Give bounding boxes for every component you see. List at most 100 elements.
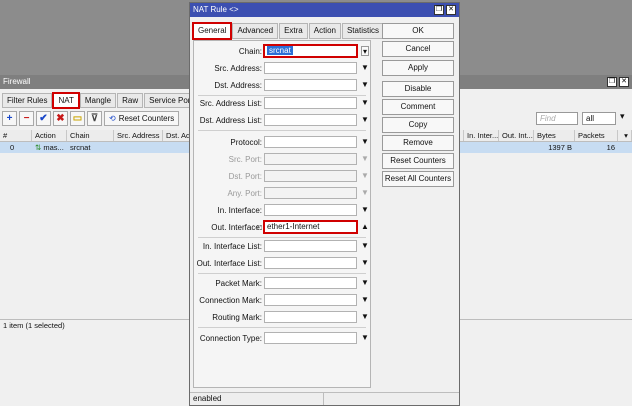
- negate-checkbox[interactable]: □: [257, 223, 263, 232]
- dst-address-label: Dst. Address:: [214, 81, 262, 90]
- remove-icon[interactable]: −: [19, 111, 34, 126]
- col-in-interface[interactable]: In. Inter...: [464, 130, 499, 141]
- dst-address-row: Dst. Address: ▼: [194, 79, 372, 92]
- ok-button[interactable]: OK: [382, 23, 454, 39]
- col-src-address[interactable]: Src. Address: [114, 130, 163, 141]
- collapse-icon[interactable]: ▲: [361, 222, 369, 232]
- col-packets[interactable]: Packets: [575, 130, 618, 141]
- reset-counters-button[interactable]: Reset Counters: [382, 153, 454, 169]
- out-interface-row: Out. Interface: □ ether1-Internet ▲: [194, 220, 372, 234]
- src-address-label: Src. Address:: [214, 64, 262, 73]
- row-src-address: [114, 142, 163, 153]
- disable-button[interactable]: Disable: [382, 81, 454, 97]
- expand-icon[interactable]: ▼: [361, 205, 369, 215]
- tab-action[interactable]: Action: [308, 23, 341, 39]
- comment-button[interactable]: Comment: [382, 99, 454, 115]
- expand-icon[interactable]: ▼: [361, 312, 369, 322]
- expand-icon: ▼: [361, 188, 369, 197]
- col-out-interface[interactable]: Out. Int...: [499, 130, 534, 141]
- remove-button[interactable]: Remove: [382, 135, 454, 151]
- close-icon[interactable]: ✕: [619, 77, 629, 87]
- out-interface-list-row: Out. Interface List: ▼: [194, 257, 372, 270]
- comment-icon[interactable]: ▭: [70, 111, 85, 126]
- tab-statistics[interactable]: Statistics: [341, 23, 384, 39]
- general-panel: Chain: srcnat ▾ Src. Address: ▼ Dst. Add…: [193, 40, 371, 388]
- protocol-label: Protocol:: [230, 138, 262, 147]
- any-port-row: Any. Port: ▼: [194, 187, 372, 200]
- packet-mark-field[interactable]: [264, 277, 357, 289]
- protocol-row: Protocol: ▼: [194, 136, 372, 149]
- connection-mark-field[interactable]: [264, 294, 357, 306]
- tab-advanced[interactable]: Advanced: [232, 23, 279, 39]
- expand-icon[interactable]: ▼: [361, 295, 369, 305]
- src-address-field[interactable]: [264, 62, 357, 74]
- chevron-down-icon[interactable]: ▾: [620, 111, 625, 122]
- col-action[interactable]: Action: [32, 130, 67, 141]
- out-interface-list-label: Out. Interface List:: [196, 259, 262, 268]
- cancel-button[interactable]: Cancel: [382, 41, 454, 57]
- out-interface-list-field[interactable]: [264, 257, 357, 269]
- filter-select[interactable]: all: [582, 112, 616, 125]
- expand-icon[interactable]: ▼: [361, 80, 369, 90]
- apply-button[interactable]: Apply: [382, 60, 454, 76]
- col-chain[interactable]: Chain: [67, 130, 114, 141]
- expand-icon[interactable]: ▼: [361, 115, 369, 125]
- packet-mark-row: Packet Mark: ▼: [194, 277, 372, 290]
- expand-icon[interactable]: ▼: [361, 241, 369, 251]
- restore-icon[interactable]: ❐: [607, 77, 617, 87]
- chain-select[interactable]: srcnat: [263, 44, 358, 58]
- expand-icon[interactable]: ▼: [361, 98, 369, 108]
- tab-mangle[interactable]: Mangle: [79, 93, 117, 108]
- tab-filter-rules[interactable]: Filter Rules: [2, 93, 53, 108]
- add-icon[interactable]: +: [2, 111, 17, 126]
- copy-button[interactable]: Copy: [382, 117, 454, 133]
- src-port-label: Src. Port:: [228, 155, 262, 164]
- col-bytes[interactable]: Bytes: [534, 130, 575, 141]
- in-interface-field[interactable]: [264, 204, 357, 216]
- any-port-field: [264, 187, 357, 199]
- in-interface-row: In. Interface: ▼: [194, 204, 372, 217]
- routing-mark-label: Routing Mark:: [212, 313, 262, 322]
- chain-label: Chain:: [238, 47, 262, 56]
- expand-icon[interactable]: ▼: [361, 137, 369, 147]
- routing-mark-field[interactable]: [264, 311, 357, 323]
- in-interface-list-field[interactable]: [264, 240, 357, 252]
- connection-type-field[interactable]: [264, 332, 357, 344]
- in-interface-list-row: In. Interface List: ▼: [194, 240, 372, 253]
- reset-counters-button[interactable]: ⟲ Reset Counters: [104, 111, 180, 126]
- reset-icon: ⟲: [109, 114, 116, 123]
- reset-all-counters-button[interactable]: Reset All Counters: [382, 171, 454, 187]
- chevron-down-icon[interactable]: ▾: [618, 130, 632, 141]
- masquerade-icon: ⇅: [35, 143, 42, 152]
- any-port-label: Any. Port:: [227, 189, 262, 198]
- dialog-title: NAT Rule <>: [193, 5, 239, 14]
- expand-icon[interactable]: ▼: [361, 258, 369, 268]
- src-port-field: [264, 153, 357, 165]
- tab-nat[interactable]: NAT: [52, 92, 80, 109]
- close-icon[interactable]: ✕: [446, 5, 456, 15]
- tab-general[interactable]: General: [191, 22, 233, 40]
- dst-address-field[interactable]: [264, 79, 357, 91]
- expand-icon[interactable]: ▼: [361, 278, 369, 288]
- protocol-field[interactable]: [264, 136, 357, 148]
- row-out-interface: [499, 142, 534, 153]
- restore-icon[interactable]: ❐: [434, 5, 444, 15]
- dst-address-list-row: Dst. Address List: ▼: [194, 114, 372, 127]
- src-port-row: Src. Port: ▼: [194, 153, 372, 166]
- filter-icon[interactable]: ⊽: [87, 111, 102, 126]
- col-number[interactable]: #: [0, 130, 32, 141]
- tab-extra[interactable]: Extra: [279, 23, 308, 39]
- expand-icon[interactable]: ▼: [361, 63, 369, 73]
- expand-icon[interactable]: ▼: [361, 333, 369, 343]
- find-input[interactable]: Find: [536, 112, 578, 125]
- dst-port-label: Dst. Port:: [228, 172, 262, 181]
- tab-raw[interactable]: Raw: [117, 93, 144, 108]
- dst-address-list-label: Dst. Address List:: [199, 116, 262, 125]
- out-interface-select[interactable]: ether1-Internet: [263, 220, 358, 234]
- chain-row: Chain: srcnat ▾: [194, 44, 372, 58]
- dst-address-list-field[interactable]: [264, 114, 357, 126]
- disable-icon[interactable]: ✖: [53, 111, 68, 126]
- src-address-list-field[interactable]: [264, 97, 357, 109]
- dropdown-icon[interactable]: ▾: [361, 46, 369, 56]
- enable-icon[interactable]: ✔: [36, 111, 51, 126]
